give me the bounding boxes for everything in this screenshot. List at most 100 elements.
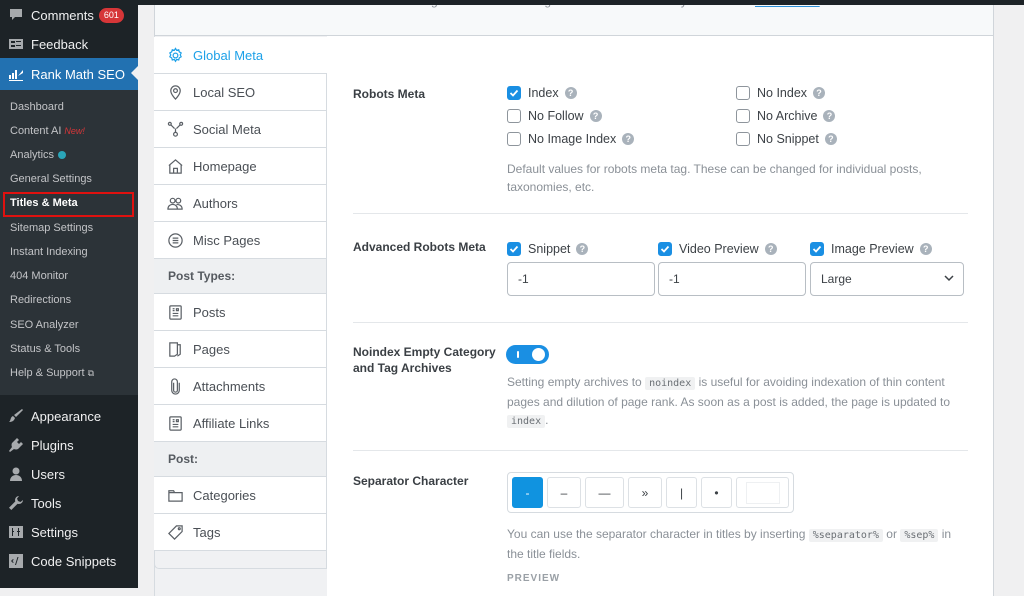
video-preview-length-input[interactable]: -1 bbox=[658, 262, 806, 296]
code-noindex: noindex bbox=[645, 377, 696, 390]
affiliate-links-icon bbox=[166, 414, 184, 432]
tab-label: Affiliate Links bbox=[193, 415, 270, 431]
submenu-404-monitor[interactable]: 404 Monitor bbox=[10, 266, 68, 286]
checkbox-unchecked[interactable] bbox=[507, 132, 521, 146]
desc-text: You can use the separator character in t… bbox=[507, 527, 809, 541]
tab-affiliate-links[interactable]: Affiliate Links bbox=[154, 405, 327, 442]
feedback-icon bbox=[8, 36, 24, 52]
checkbox-unchecked[interactable] bbox=[507, 109, 521, 123]
checkbox-checked[interactable] bbox=[507, 242, 521, 256]
social-share-icon bbox=[166, 120, 184, 138]
checkbox-unchecked[interactable] bbox=[736, 132, 750, 146]
robots-nosnippet-checkbox[interactable]: No Snippet? bbox=[736, 132, 837, 146]
tab-label: Authors bbox=[193, 195, 238, 211]
separator-option-hyphen[interactable]: - bbox=[512, 477, 543, 508]
menu-code-snippets[interactable]: Code Snippets bbox=[0, 546, 138, 576]
checkbox-unchecked[interactable] bbox=[736, 109, 750, 123]
separator-option-en-dash[interactable]: – bbox=[547, 477, 581, 508]
separator-option-raquo[interactable]: » bbox=[628, 477, 662, 508]
help-icon[interactable]: ? bbox=[576, 243, 589, 255]
robots-noarchive-checkbox[interactable]: No Archive? bbox=[736, 109, 836, 123]
checkbox-checked[interactable] bbox=[810, 242, 824, 256]
help-icon[interactable]: ? bbox=[824, 133, 837, 145]
snippet-length-input[interactable]: -1 bbox=[507, 262, 655, 296]
section-divider bbox=[353, 450, 968, 451]
submenu-label: Content AI bbox=[10, 125, 62, 137]
custom-separator-field[interactable] bbox=[745, 481, 780, 504]
help-icon[interactable]: ? bbox=[764, 243, 777, 255]
tab-label: Tags bbox=[193, 524, 221, 540]
checkbox-checked[interactable] bbox=[507, 86, 521, 100]
tab-local-seo[interactable]: Local SEO bbox=[154, 74, 327, 111]
robots-noimageindex-checkbox[interactable]: No Image Index? bbox=[507, 132, 635, 146]
tab-misc-pages[interactable]: Misc Pages bbox=[154, 222, 327, 259]
label-line: and Tag Archives bbox=[353, 361, 452, 375]
checkbox-unchecked[interactable] bbox=[736, 86, 750, 100]
menu-tools[interactable]: Tools bbox=[0, 488, 138, 518]
help-icon[interactable]: ? bbox=[823, 110, 836, 122]
tab-global-meta[interactable]: Global Meta bbox=[154, 37, 327, 74]
tab-posts[interactable]: Posts bbox=[154, 294, 327, 331]
code-snippets-icon bbox=[8, 553, 24, 569]
robots-nofollow-checkbox[interactable]: No Follow? bbox=[507, 109, 602, 123]
separator-custom-input[interactable] bbox=[736, 477, 789, 508]
submenu-dashboard[interactable]: Dashboard bbox=[10, 97, 64, 117]
robots-noindex-checkbox[interactable]: No Index? bbox=[736, 86, 826, 100]
tab-pages[interactable]: Pages bbox=[154, 331, 327, 368]
help-icon[interactable]: ? bbox=[813, 87, 826, 99]
help-icon[interactable]: ? bbox=[589, 110, 602, 122]
submenu-label: General Settings bbox=[10, 173, 92, 185]
submenu-analytics[interactable]: Analytics bbox=[10, 145, 67, 165]
settings-header: change Global Meta settings that take ef… bbox=[154, 0, 994, 36]
image-preview-select[interactable]: Large bbox=[810, 262, 964, 296]
tab-homepage[interactable]: Homepage bbox=[154, 148, 327, 185]
submenu-redirections[interactable]: Redirections bbox=[10, 290, 71, 310]
help-icon[interactable]: ? bbox=[919, 243, 932, 255]
submenu-general-settings[interactable]: General Settings bbox=[10, 169, 92, 189]
submenu-status-tools[interactable]: Status & Tools bbox=[10, 339, 80, 359]
checkbox-checked[interactable] bbox=[658, 242, 672, 256]
checkbox-label: No Snippet bbox=[757, 132, 819, 146]
noindex-empty-toggle[interactable] bbox=[506, 345, 549, 364]
external-link-icon: ⧉ bbox=[87, 367, 95, 378]
paintbrush-icon bbox=[8, 408, 24, 424]
rank-math-icon bbox=[8, 66, 24, 82]
separator-option-em-dash[interactable]: — bbox=[585, 477, 624, 508]
preview-label: PREVIEW bbox=[507, 573, 561, 584]
tab-social-meta[interactable]: Social Meta bbox=[154, 111, 327, 148]
submenu-help-support[interactable]: Help & Support ⧉ bbox=[10, 363, 94, 383]
menu-appearance[interactable]: Appearance bbox=[0, 401, 138, 431]
help-icon[interactable]: ? bbox=[564, 87, 577, 99]
submenu-instant-indexing[interactable]: Instant Indexing bbox=[10, 242, 88, 262]
submenu-sitemap-settings[interactable]: Sitemap Settings bbox=[10, 218, 93, 238]
video-preview-checkbox[interactable]: Video Preview? bbox=[658, 242, 777, 256]
menu-plugins[interactable]: Plugins bbox=[0, 430, 138, 460]
tab-attachments[interactable]: Attachments bbox=[154, 368, 327, 405]
snippet-checkbox[interactable]: Snippet? bbox=[507, 242, 589, 256]
menu-feedback[interactable]: Feedback bbox=[0, 29, 138, 59]
users-icon bbox=[8, 466, 24, 482]
comments-count-badge: 601 bbox=[98, 7, 124, 23]
submenu-content-ai[interactable]: Content AI New! bbox=[10, 121, 85, 141]
menu-users[interactable]: Users bbox=[0, 459, 138, 489]
tab-authors[interactable]: Authors bbox=[154, 185, 327, 222]
menu-settings[interactable]: Settings bbox=[0, 517, 138, 547]
submenu-seo-analyzer[interactable]: SEO Analyzer bbox=[10, 315, 78, 335]
tabs-bottom-edge bbox=[154, 551, 327, 569]
separator-option-pipe[interactable]: | bbox=[666, 477, 697, 508]
robots-index-checkbox[interactable]: Index? bbox=[507, 86, 577, 100]
posts-icon bbox=[166, 303, 184, 321]
highlight-annotation-box bbox=[3, 192, 134, 217]
tab-categories[interactable]: Categories bbox=[154, 477, 327, 514]
list-circle-icon bbox=[166, 231, 184, 249]
menu-rank-math-seo[interactable]: Rank Math SEO bbox=[0, 58, 138, 90]
help-icon[interactable]: ? bbox=[622, 133, 635, 145]
tab-tags[interactable]: Tags bbox=[154, 514, 327, 551]
menu-label: Plugins bbox=[31, 437, 74, 453]
tab-label: Categories bbox=[193, 487, 256, 503]
label-line: Noindex Empty Category bbox=[353, 345, 496, 359]
image-preview-checkbox[interactable]: Image Preview? bbox=[810, 242, 932, 256]
rank-math-submenu: Dashboard Content AI New! Analytics Gener… bbox=[0, 90, 138, 395]
robots-meta-label: Robots Meta bbox=[353, 87, 425, 101]
separator-option-bullet[interactable]: • bbox=[701, 477, 732, 508]
